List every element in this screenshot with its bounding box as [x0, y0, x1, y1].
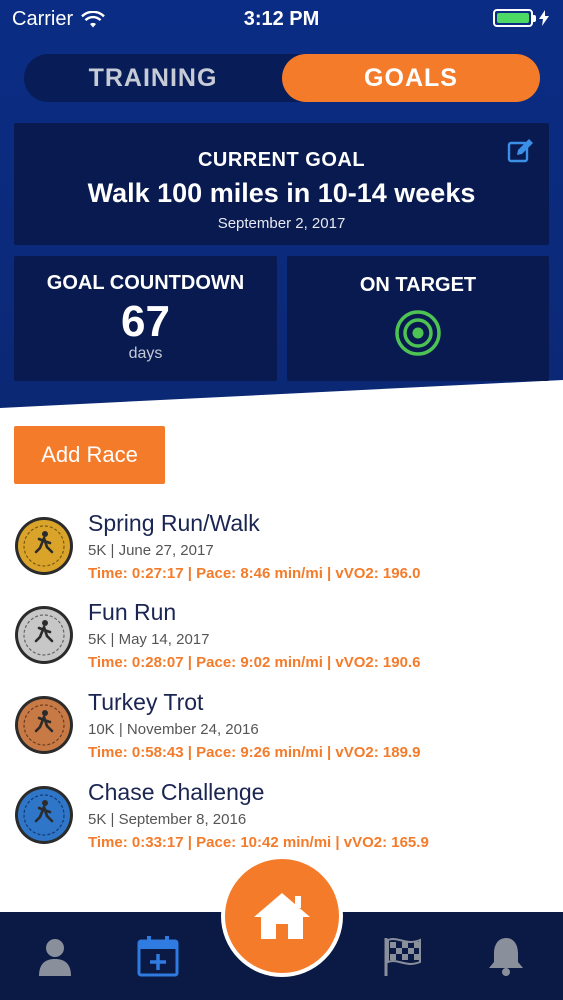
training-goals-segmented-control: TRAINING GOALS	[24, 54, 540, 102]
race-name: Spring Run/Walk	[88, 510, 260, 536]
race-list-item[interactable]: Fun Run 5K | May 14, 2017 Time: 0:28:07 …	[0, 599, 563, 685]
goal-countdown-card: GOAL COUNTDOWN 67 days	[14, 256, 277, 381]
home-icon	[254, 893, 310, 939]
current-goal-title: Walk 100 miles in 10-14 weeks	[87, 178, 476, 208]
race-stats: Time: 0:33:17 | Pace: 10:42 min/mi | vVO…	[88, 834, 429, 851]
current-goal-card: CURRENT GOAL Walk 100 miles in 10-14 wee…	[14, 123, 549, 245]
bolt-icon	[539, 10, 549, 26]
on-target-label: ON TARGET	[359, 274, 477, 296]
silver-medal-icon	[15, 606, 73, 664]
tab-training[interactable]: TRAINING	[24, 54, 282, 102]
race-distance-date: 5K | June 27, 2017	[88, 542, 214, 559]
current-goal-date: September 2, 2017	[217, 215, 346, 232]
tab-goals[interactable]: GOALS	[282, 54, 540, 102]
race-stats: Time: 0:58:43 | Pace: 9:26 min/mi | vVO2…	[88, 744, 421, 761]
race-distance-date: 5K | September 8, 2016	[88, 811, 247, 828]
battery-full-icon	[493, 9, 536, 27]
clock: 3:12 PM	[243, 8, 320, 30]
bell-icon[interactable]	[484, 934, 528, 978]
current-goal-label: CURRENT GOAL	[197, 149, 366, 171]
race-name: Chase Challenge	[88, 779, 265, 805]
race-name: Turkey Trot	[88, 689, 204, 715]
race-list-item[interactable]: Turkey Trot 10K | November 24, 2016 Time…	[0, 689, 563, 775]
add-race-button[interactable]: Add Race	[14, 426, 165, 484]
race-stats: Time: 0:27:17 | Pace: 8:46 min/mi | vVO2…	[88, 565, 421, 582]
battery-indicator	[493, 9, 549, 27]
race-list-item[interactable]: Chase Challenge 5K | September 8, 2016 T…	[0, 779, 563, 865]
gold-medal-icon	[15, 517, 73, 575]
race-list-item[interactable]: Spring Run/Walk 5K | June 27, 2017 Time:…	[0, 510, 563, 596]
blue-medal-icon	[15, 786, 73, 844]
race-distance-date: 5K | May 14, 2017	[88, 631, 210, 648]
edit-icon[interactable]	[507, 137, 535, 165]
goal-countdown-value: 67	[121, 297, 170, 346]
checkered-flag-icon[interactable]	[380, 934, 424, 978]
target-icon	[395, 310, 441, 356]
race-stats: Time: 0:28:07 | Pace: 9:02 min/mi | vVO2…	[88, 654, 421, 671]
status-bar: Carrier 3:12 PM	[0, 0, 563, 38]
home-button[interactable]	[221, 855, 343, 977]
goal-countdown-label: GOAL COUNTDOWN	[46, 272, 245, 294]
bronze-medal-icon	[15, 696, 73, 754]
calendar-add-icon[interactable]	[136, 934, 180, 978]
profile-icon[interactable]	[33, 934, 77, 978]
race-distance-date: 10K | November 24, 2016	[88, 721, 259, 738]
race-name: Fun Run	[88, 599, 177, 625]
goal-countdown-unit: days	[128, 345, 163, 362]
on-target-card: ON TARGET	[287, 256, 549, 381]
